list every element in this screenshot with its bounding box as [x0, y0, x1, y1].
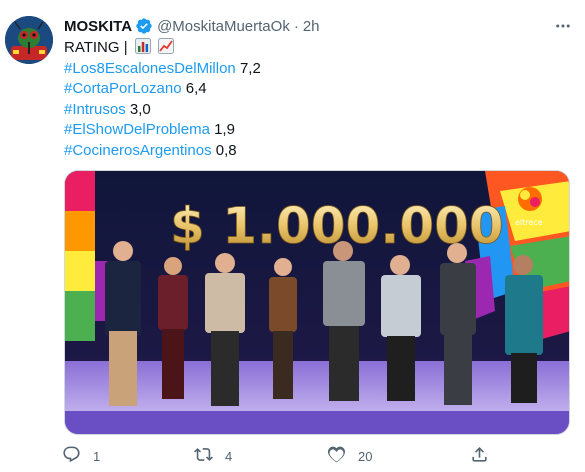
- rating-value: 1,9: [214, 121, 235, 138]
- channel-logo-text: eltrece: [515, 218, 543, 227]
- tweet-header: MOSKITA @MoskitaMuertaOk · 2h: [64, 16, 575, 36]
- display-name[interactable]: MOSKITA: [64, 18, 132, 35]
- reply-button[interactable]: 1: [62, 444, 100, 468]
- verified-badge-icon: [135, 17, 153, 35]
- tweet-actions: 1 4 20: [62, 444, 562, 468]
- person-2: [158, 257, 188, 399]
- rating-value: 0,8: [215, 141, 237, 159]
- avatar[interactable]: [5, 16, 53, 64]
- hashtag-link[interactable]: #CortaPorLozano: [64, 80, 182, 97]
- more-options-icon[interactable]: [551, 14, 575, 38]
- hashtag-link[interactable]: #Intrusos: [64, 101, 126, 118]
- rating-line: #Los8EscalonesDelMillon 7,2: [64, 59, 574, 80]
- rating-line: #ElShowDelProblema 1,9: [64, 120, 574, 141]
- rating-line: #CocinerosArgentinos 0,8: [64, 141, 574, 162]
- rating-heading-line: RATING |: [64, 38, 574, 59]
- rating-heading: RATING |: [64, 39, 128, 56]
- share-button[interactable]: [470, 444, 489, 468]
- tweet-card[interactable]: MOSKITA @MoskitaMuertaOk · 2h RATING | #…: [0, 0, 585, 472]
- bar-chart-emoji-icon: [134, 38, 151, 54]
- retweet-count: 4: [225, 448, 233, 464]
- user-handle[interactable]: @MoskitaMuertaOk: [157, 18, 290, 35]
- separator-dot: ·: [293, 17, 299, 35]
- person-4: [269, 258, 297, 399]
- person-5: [323, 241, 365, 401]
- retweet-icon: [194, 445, 213, 467]
- reply-icon: [62, 445, 81, 467]
- person-7: [440, 243, 476, 405]
- person-3: [205, 253, 245, 406]
- retweet-button[interactable]: 4: [194, 444, 232, 468]
- timestamp[interactable]: 2h: [303, 18, 320, 35]
- rating-value: 3,0: [129, 100, 151, 118]
- like-count: 20: [358, 448, 373, 464]
- person-6: [381, 255, 421, 401]
- rating-line: #Intrusos 3,0: [64, 100, 574, 121]
- tweet-text: RATING | #Los8EscalonesDelMillon 7,2 #Co…: [64, 38, 574, 161]
- share-icon: [470, 445, 489, 467]
- person-1: [105, 241, 141, 406]
- rating-value: 6,4: [185, 80, 207, 97]
- tweet-media-image[interactable]: $ 1.000.000 eltrece: [64, 170, 570, 435]
- hashtag-link[interactable]: #ElShowDelProblema: [64, 121, 210, 138]
- hashtag-link[interactable]: #CocinerosArgentinos: [64, 142, 212, 159]
- rating-value: 7,2: [239, 59, 261, 77]
- like-icon: [327, 445, 346, 467]
- like-button[interactable]: 20: [327, 444, 372, 468]
- avatar-image: [5, 16, 53, 64]
- chart-increasing-emoji-icon: [157, 38, 174, 54]
- rating-line: #CortaPorLozano 6,4: [64, 79, 574, 100]
- hashtag-link[interactable]: #Los8EscalonesDelMillon: [64, 60, 236, 77]
- reply-count: 1: [93, 448, 101, 464]
